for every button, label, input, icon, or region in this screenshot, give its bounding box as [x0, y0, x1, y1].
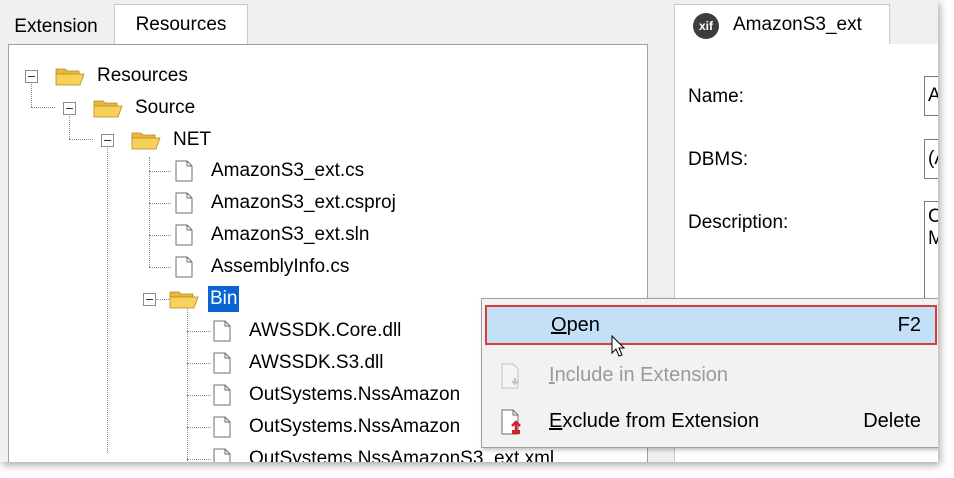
menu-item-exclude-from-extension[interactable]: Exclude from Extension Delete — [485, 401, 937, 441]
include-file-icon — [501, 363, 519, 389]
menu-shortcut: F2 — [897, 314, 921, 336]
tree-line — [187, 427, 211, 428]
name-label: Name: — [688, 86, 744, 107]
menu-shortcut: Delete — [863, 410, 921, 432]
description-label: Description: — [688, 212, 789, 233]
tree-node-file[interactable]: AWSSDK.S3.dll — [249, 350, 383, 376]
open-folder-icon — [55, 68, 85, 86]
tab-resources[interactable]: Resources — [114, 4, 248, 45]
tree-node-file[interactable]: OutSystems.NssAmazonS3_ext.xml — [249, 446, 554, 462]
tree-node-file[interactable]: OutSystems.NssAmazon — [249, 382, 460, 408]
menu-item-include-in-extension[interactable]: Include in Extension — [485, 355, 937, 395]
xif-icon: xif — [693, 13, 719, 39]
tree-line — [187, 395, 211, 396]
description-field[interactable]: C M — [924, 201, 938, 303]
tree-node-file[interactable]: AmazonS3_ext.sln — [211, 222, 369, 248]
description-line: C — [928, 202, 938, 228]
open-folder-icon — [93, 100, 123, 118]
tree-line — [69, 113, 70, 139]
tree-node-net[interactable]: NET — [173, 127, 211, 153]
menu-item-label: Exclude from Extension — [549, 410, 760, 432]
name-field[interactable]: A — [924, 76, 938, 116]
tree-node-file[interactable]: OutSystems.NssAmazon — [249, 414, 460, 440]
dbms-label: DBMS: — [688, 149, 749, 170]
tree-node-file[interactable]: AWSSDK.Core.dll — [249, 318, 401, 344]
file-icon — [213, 384, 231, 406]
open-folder-icon — [169, 291, 199, 309]
menu-item-label: Include in Extension — [549, 364, 729, 386]
tree-node-file[interactable]: AssemblyInfo.cs — [211, 254, 349, 280]
description-line: M — [928, 228, 938, 250]
tree-line — [69, 139, 93, 140]
mouse-cursor-icon — [611, 335, 626, 357]
collapse-toggle[interactable] — [101, 134, 114, 147]
tree-node-file[interactable]: AmazonS3_ext.csproj — [211, 190, 396, 216]
tree-line — [149, 171, 171, 172]
tree-line — [107, 145, 108, 453]
tab-extension[interactable]: Extension — [6, 12, 106, 44]
file-icon — [213, 352, 231, 374]
collapse-toggle[interactable] — [25, 70, 38, 83]
window: Extension Resources Resources Source NET… — [0, 0, 938, 462]
file-icon — [213, 448, 231, 462]
context-menu: Open F2 Include in Extension Exclude fro… — [481, 298, 938, 448]
tree-line — [187, 363, 211, 364]
menu-item-open[interactable]: Open F2 — [485, 305, 937, 345]
tree-node-file[interactable]: AmazonS3_ext.cs — [211, 158, 364, 184]
file-icon — [175, 224, 193, 246]
file-icon — [213, 416, 231, 438]
tree-line — [31, 107, 55, 108]
tree-line — [187, 331, 211, 332]
tree-line — [31, 81, 32, 107]
file-icon — [175, 192, 193, 214]
open-folder-icon — [131, 132, 161, 150]
file-icon — [213, 320, 231, 342]
tab-amazons3-ext[interactable]: xif AmazonS3_ext — [674, 4, 890, 45]
tree-node-resources[interactable]: Resources — [97, 63, 188, 89]
tree-node-bin-selected[interactable]: Bin — [208, 286, 240, 312]
collapse-toggle[interactable] — [63, 102, 76, 115]
menu-item-label: Open — [551, 314, 600, 336]
tree-line — [149, 203, 171, 204]
tree-line — [187, 459, 211, 460]
tree-line — [149, 267, 171, 268]
dbms-select[interactable]: (A — [924, 139, 938, 179]
exclude-file-icon — [501, 409, 521, 435]
tree-line — [149, 157, 150, 267]
file-icon — [175, 256, 193, 278]
tree-line — [149, 235, 171, 236]
file-icon — [175, 160, 193, 182]
collapse-toggle[interactable] — [143, 293, 156, 306]
tab-title: AmazonS3_ext — [733, 14, 862, 35]
tree-node-source[interactable]: Source — [135, 95, 195, 121]
